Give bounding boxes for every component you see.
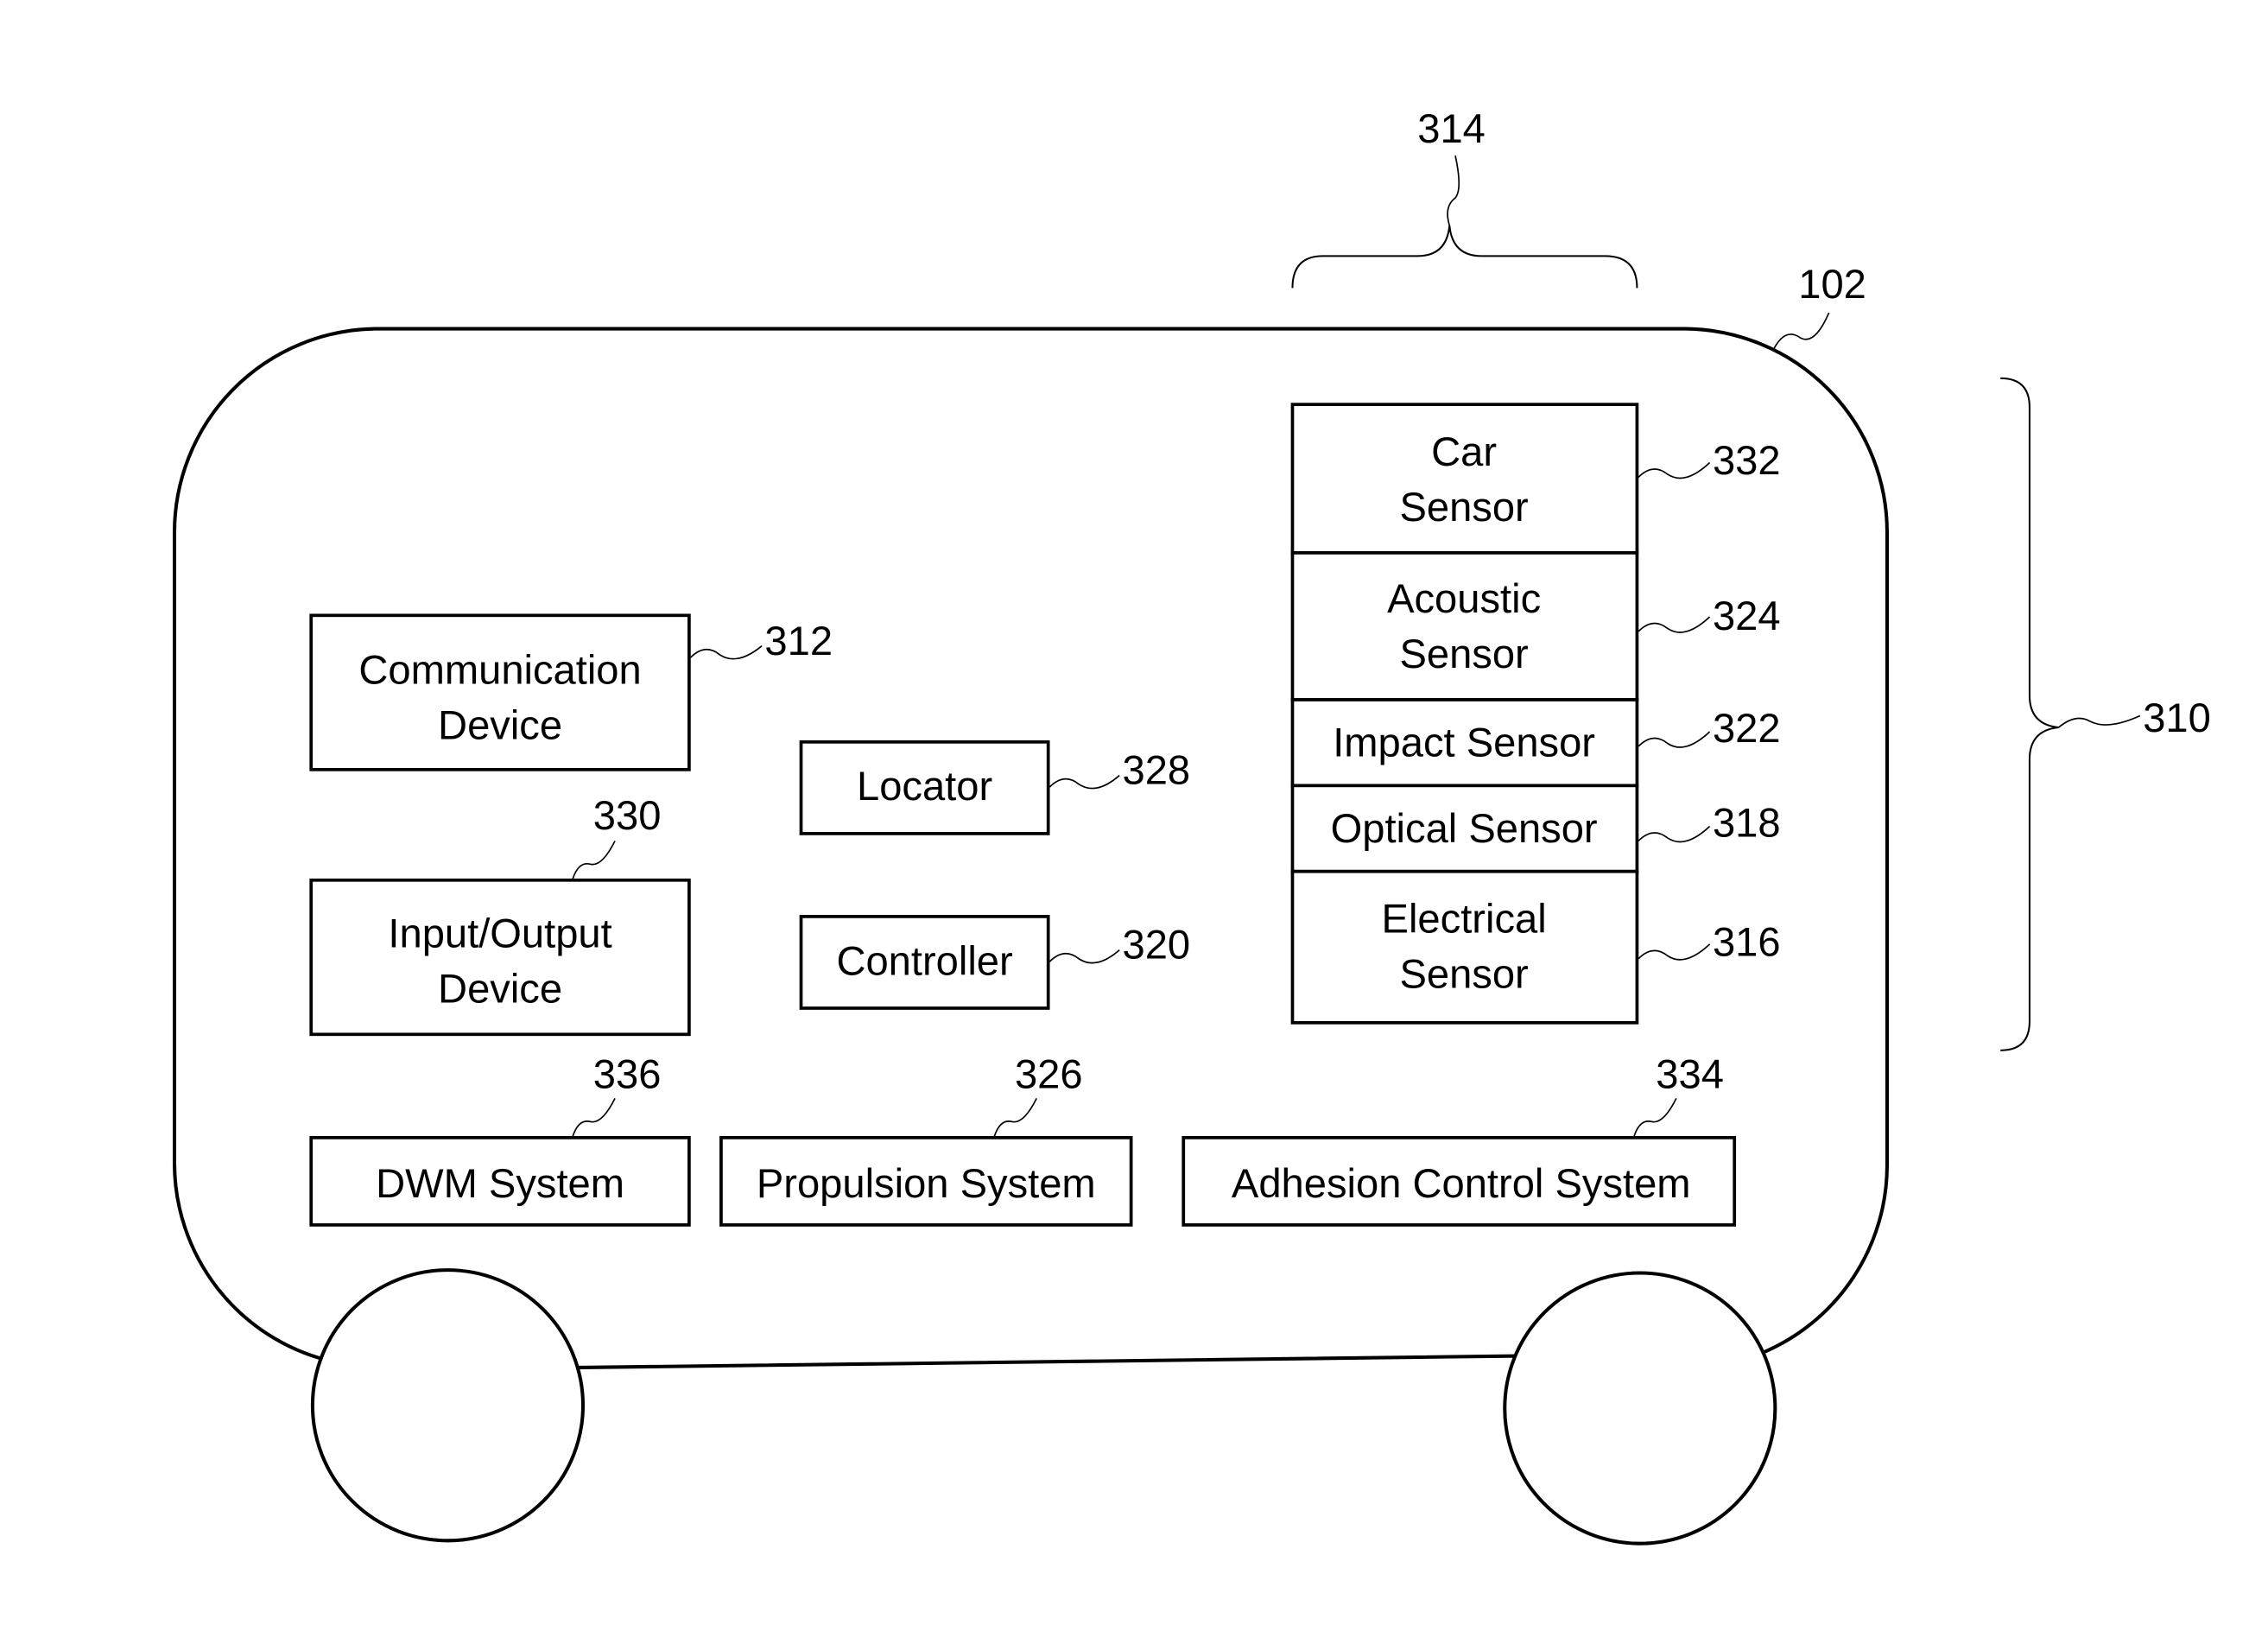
optical-sensor-label: Optical Sensor — [1331, 805, 1598, 851]
optical-sensor-ref: 318 — [1713, 799, 1781, 845]
vehicle-ref-leader — [1772, 312, 1830, 350]
communication-device-ref: 312 — [764, 618, 833, 663]
communication-device-label-line2: Device — [438, 701, 562, 747]
vehicle-block-diagram: 102 314 310 Communication Device 312 Inp… — [172, 105, 2211, 1546]
input-output-device-label-line2: Device — [438, 965, 562, 1011]
propulsion-system-ref: 326 — [1015, 1051, 1083, 1097]
sensor-group-top-ref: 314 — [1417, 105, 1486, 151]
rear-wheel — [1503, 1271, 1777, 1546]
input-output-device-label-line1: Input/Output — [388, 910, 611, 955]
acoustic-sensor-ref: 324 — [1713, 593, 1781, 638]
car-sensor-ref: 332 — [1713, 437, 1781, 483]
acoustic-sensor-label-line1: Acoustic — [1387, 575, 1541, 621]
vehicle-ref-label: 102 — [1798, 261, 1866, 307]
adhesion-control-system-ref: 334 — [1656, 1051, 1724, 1097]
sensor-group-side-leader — [2058, 714, 2141, 728]
input-output-device-ref: 330 — [593, 792, 662, 838]
car-sensor-label-line2: Sensor — [1399, 484, 1528, 530]
sensor-group-top-leader — [1447, 156, 1460, 226]
controller-ref: 320 — [1123, 922, 1191, 968]
sensor-group-top-brace — [1291, 225, 1638, 289]
dwm-system-ref: 336 — [593, 1051, 662, 1097]
locator-ref: 328 — [1123, 747, 1191, 793]
propulsion-system-label: Propulsion System — [757, 1160, 1096, 1206]
sensor-group-side-ref: 310 — [2143, 695, 2211, 740]
impact-sensor-label: Impact Sensor — [1333, 720, 1595, 765]
locator-label: Locator — [857, 763, 992, 809]
sensor-group-side-brace — [2000, 377, 2059, 1051]
car-sensor-label-line1: Car — [1431, 428, 1497, 474]
dwm-system-label: DWM System — [376, 1160, 624, 1206]
controller-label: Controller — [836, 937, 1012, 983]
impact-sensor-ref: 322 — [1713, 705, 1781, 751]
electrical-sensor-ref: 316 — [1713, 918, 1781, 964]
adhesion-control-system-label: Adhesion Control System — [1232, 1160, 1691, 1206]
electrical-sensor-label-line1: Electrical — [1382, 895, 1547, 941]
communication-device-label-line1: Communication — [358, 646, 641, 692]
electrical-sensor-label-line2: Sensor — [1399, 950, 1528, 996]
acoustic-sensor-label-line2: Sensor — [1399, 631, 1528, 676]
front-wheel — [310, 1268, 586, 1543]
